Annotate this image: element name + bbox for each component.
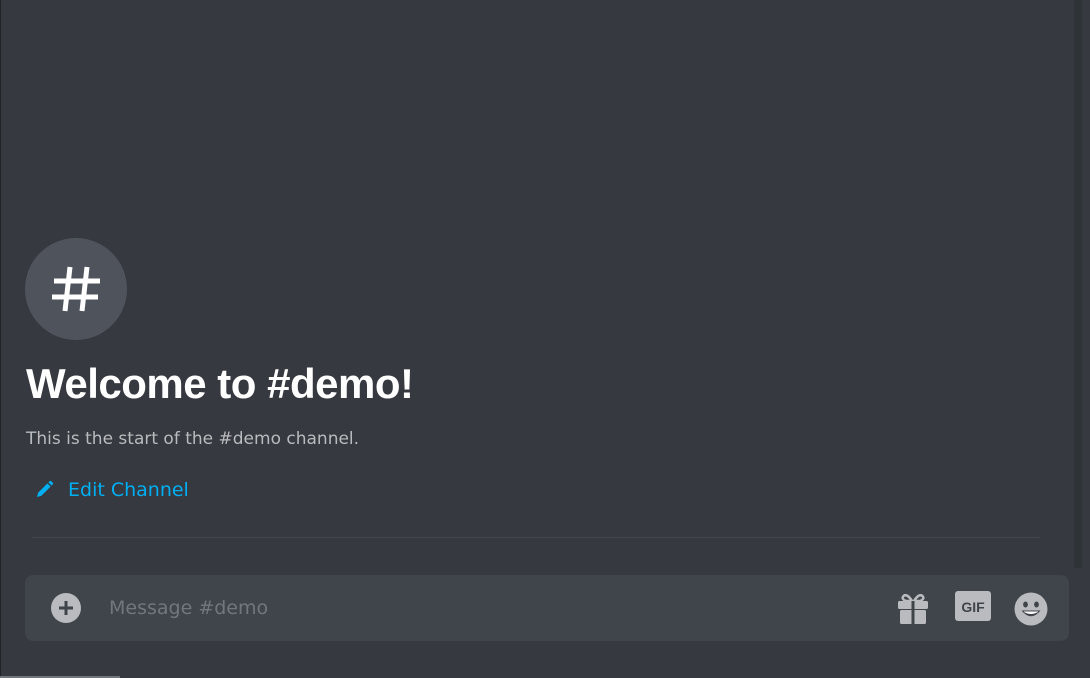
- edit-channel-label: Edit Channel: [68, 479, 189, 501]
- gif-label: GIF: [961, 599, 985, 615]
- gif-button[interactable]: GIF: [955, 591, 991, 623]
- channel-hero: [25, 238, 127, 340]
- message-input[interactable]: [109, 589, 869, 627]
- gif-icon: GIF: [955, 591, 991, 621]
- gift-button[interactable]: [895, 591, 931, 627]
- attach-button[interactable]: [51, 593, 81, 623]
- divider: [32, 537, 1040, 538]
- pencil-icon: [37, 480, 54, 497]
- message-composer: GIF: [25, 575, 1069, 641]
- hashtag-icon: [52, 266, 100, 312]
- edit-channel-link[interactable]: Edit Channel: [34, 476, 189, 504]
- chat-view: Welcome to #demo! This is the start of t…: [0, 0, 1090, 678]
- smiley-emoji-icon: [1014, 592, 1048, 626]
- emoji-button[interactable]: [1013, 591, 1049, 627]
- welcome-title: Welcome to #demo!: [26, 360, 414, 407]
- channel-hash-avatar: [25, 238, 127, 340]
- gift-icon: [898, 593, 928, 624]
- plus-circle-icon: [59, 601, 73, 615]
- scrollbar[interactable]: [1074, 0, 1082, 568]
- left-border: [0, 0, 1, 678]
- welcome-description: This is the start of the #demo channel.: [26, 429, 360, 449]
